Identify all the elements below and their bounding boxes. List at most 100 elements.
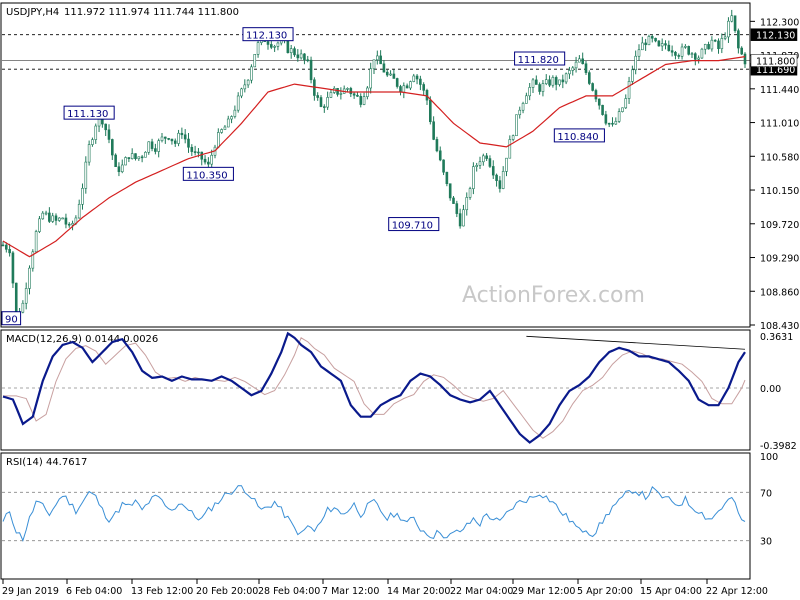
candle-body: [727, 20, 730, 38]
candle-body: [21, 302, 25, 313]
candle-body: [495, 174, 498, 181]
candle-body: [438, 150, 442, 161]
candle-body: [359, 96, 363, 105]
candle-body: [588, 72, 591, 84]
x-axis-label: 5 Apr 20:00: [577, 586, 633, 597]
candle-body: [697, 57, 700, 60]
candle-body: [399, 86, 402, 93]
candle-body: [660, 43, 664, 47]
candle-body: [250, 66, 253, 81]
candle-body: [376, 55, 379, 61]
candle-body: [197, 151, 200, 154]
candle-body: [445, 171, 449, 184]
candle-body: [107, 129, 111, 140]
candle-body: [117, 166, 121, 173]
candle-body: [505, 157, 508, 172]
candle-body: [485, 155, 488, 159]
candle-body: [240, 88, 243, 97]
candle-body: [309, 59, 313, 81]
price-panel: [0, 2, 751, 328]
candle-body: [462, 209, 465, 227]
candle-body: [137, 156, 141, 160]
candle-body: [515, 114, 518, 137]
candle-body: [226, 118, 230, 128]
price-annotation: 110.350: [182, 166, 234, 181]
candle-body: [54, 215, 58, 221]
candle-body: [243, 84, 247, 90]
candle-body: [703, 44, 707, 50]
candle-body: [508, 139, 512, 159]
candle-body: [488, 158, 492, 167]
candle-body: [111, 139, 114, 156]
candle-body: [419, 78, 422, 85]
candle-body: [528, 87, 531, 97]
candle-body: [475, 165, 478, 167]
x-axis-label: 22 Apr 12:00: [706, 586, 768, 597]
rsi-y-tick-label: 70: [760, 488, 772, 499]
candle-body: [114, 154, 117, 167]
annotation-text: 111.820: [518, 55, 559, 66]
rsi-y-tick-label: 100: [760, 452, 778, 463]
candle-body: [84, 161, 88, 189]
candle-body: [627, 81, 631, 99]
candle-body: [286, 40, 290, 53]
price-y-tick-label: 109.290: [760, 254, 799, 265]
candle-body: [568, 70, 571, 75]
x-axis-label: 7 Mar 12:00: [322, 586, 379, 597]
candle-body: [71, 223, 74, 226]
candle-body: [604, 114, 608, 124]
candle-body: [687, 46, 690, 55]
candle-body: [710, 39, 714, 50]
candle-body: [707, 44, 710, 50]
candle-body: [64, 217, 68, 225]
candle-body: [157, 140, 160, 152]
candle-body: [435, 139, 439, 152]
candle-body: [548, 79, 551, 86]
candle-body: [207, 161, 210, 165]
candle-body: [8, 249, 11, 254]
candle-body: [501, 171, 505, 189]
candle-body: [634, 55, 637, 71]
candle-body: [303, 53, 306, 61]
candle-body: [614, 121, 618, 125]
x-axis-label: 14 Mar 20:00: [387, 586, 450, 597]
candle-body: [11, 252, 15, 284]
price-y-tick-label: 111.010: [760, 119, 799, 130]
price-annotation: 109.710: [388, 217, 440, 232]
candle-body: [14, 282, 18, 315]
candle-body: [415, 75, 419, 80]
candle-body: [448, 183, 452, 199]
candle-body: [491, 166, 495, 176]
candle-body: [77, 203, 81, 219]
candle-body: [518, 109, 522, 116]
candle-body: [170, 138, 174, 142]
candle-body: [664, 43, 667, 46]
candle-body: [246, 79, 250, 86]
macd-panel: [0, 329, 751, 451]
candle-body: [299, 53, 303, 59]
candle-body: [670, 50, 674, 53]
candle-body: [220, 129, 223, 133]
candle-body: [621, 107, 624, 112]
candle-body: [187, 138, 190, 148]
annotation-text: 109.710: [392, 221, 433, 232]
candle-body: [551, 77, 555, 86]
candle-body: [465, 197, 469, 211]
price-annotation: 111.820: [514, 51, 566, 66]
candle-body: [127, 157, 131, 159]
candle-body: [147, 141, 151, 153]
candle-body: [173, 140, 177, 144]
x-axis-label: 13 Feb 12:00: [131, 586, 193, 597]
annotation-text: 110.350: [186, 170, 227, 181]
candle-body: [326, 97, 329, 108]
price-y-tick-label: 110.580: [760, 152, 799, 163]
candle-body: [336, 88, 339, 95]
candle-body: [535, 79, 538, 85]
candle-body: [422, 84, 425, 91]
candle-body: [183, 134, 187, 140]
candle-body: [352, 93, 356, 96]
candle-body: [41, 212, 45, 220]
candle-body: [601, 104, 604, 115]
candle-body: [654, 37, 657, 42]
candle-body: [395, 78, 399, 87]
